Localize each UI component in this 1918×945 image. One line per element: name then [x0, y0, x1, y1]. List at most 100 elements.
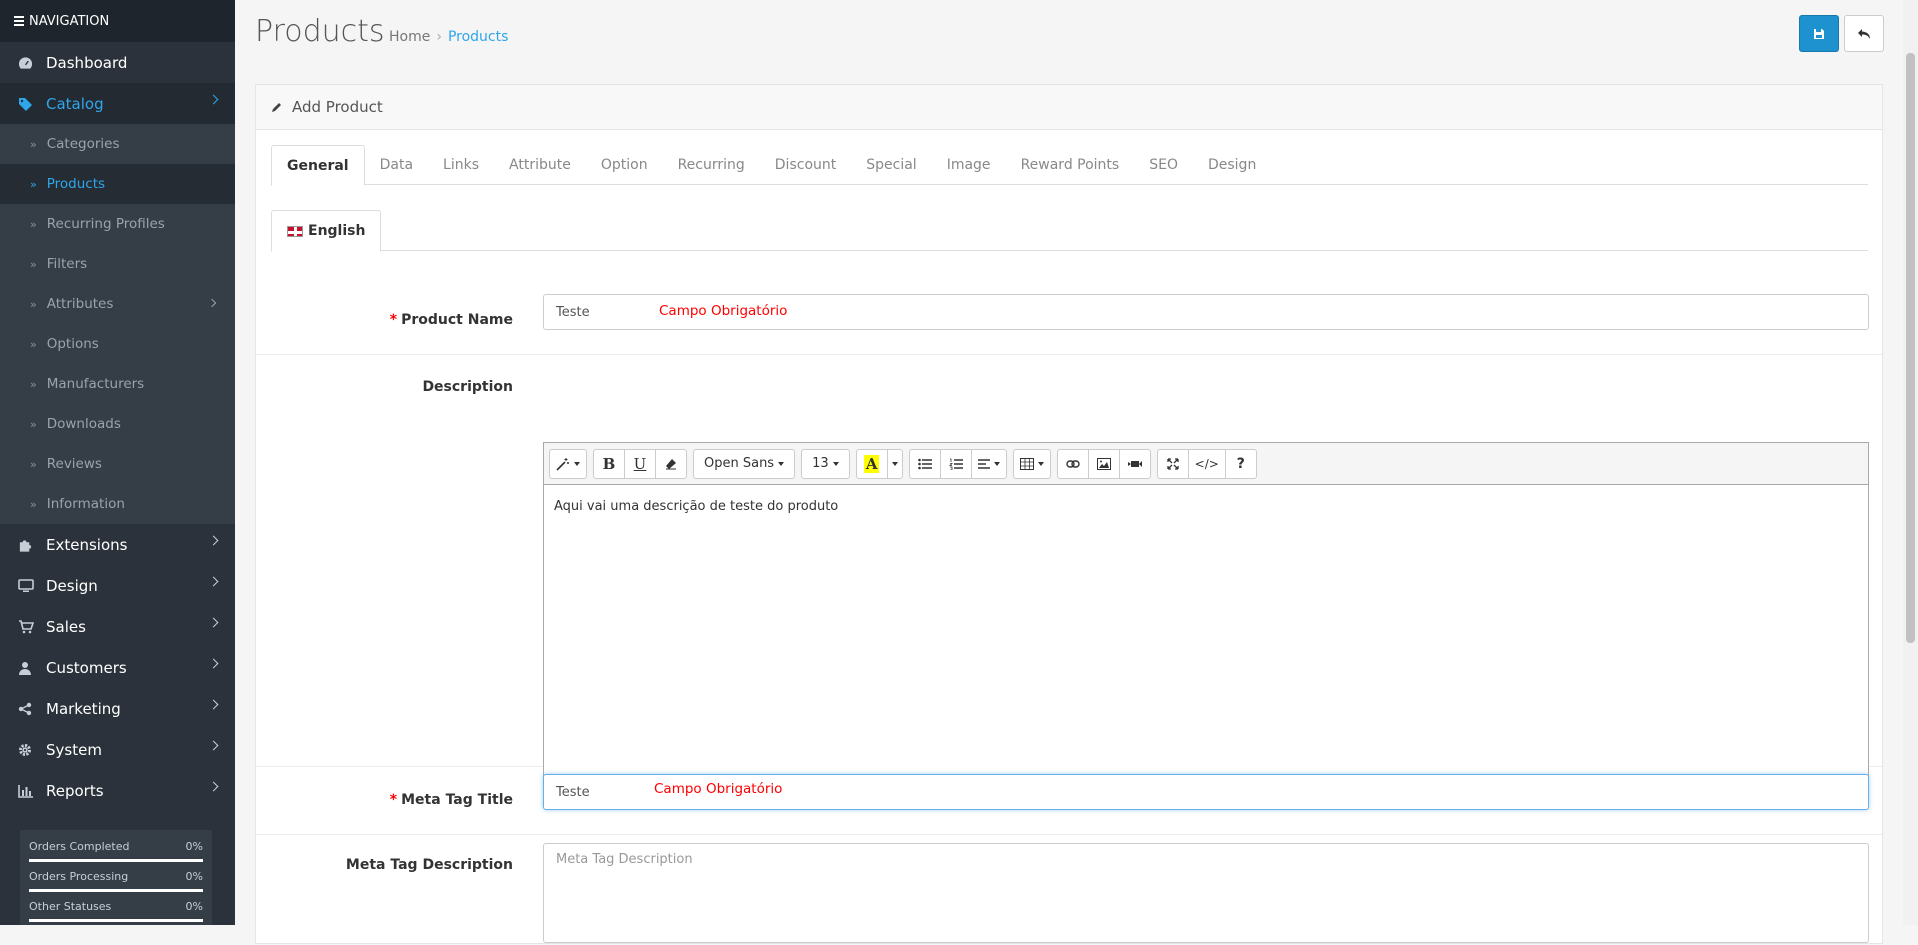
- cart-icon: [18, 619, 46, 634]
- chevron-right-icon: [208, 576, 219, 587]
- paragraph-align-dropdown[interactable]: [970, 448, 1007, 479]
- sidebar-item-system[interactable]: System: [0, 729, 235, 770]
- chevron-right-icon: [208, 535, 219, 546]
- bullet-list-button[interactable]: [908, 448, 941, 479]
- stat-other-statuses: Other Statuses 0%: [29, 900, 203, 922]
- sidebar-item-reports[interactable]: Reports: [0, 770, 235, 811]
- submenu-item-recurring-profiles[interactable]: » Recurring Profiles: [0, 204, 235, 244]
- video-button[interactable]: [1118, 448, 1151, 479]
- magic-wand-icon: [556, 457, 569, 471]
- tab-data[interactable]: Data: [365, 145, 428, 185]
- tab-recurring[interactable]: Recurring: [663, 145, 760, 185]
- submenu-item-downloads[interactable]: » Downloads: [0, 404, 235, 444]
- add-product-panel: Add Product General Data Links Attribute…: [255, 84, 1883, 944]
- double-chevron-icon: »: [30, 417, 37, 431]
- highlight-color-button[interactable]: A: [855, 448, 888, 479]
- product-name-label: * Product Name: [389, 312, 513, 328]
- stat-orders-completed: Orders Completed 0%: [29, 840, 203, 862]
- tab-design[interactable]: Design: [1193, 145, 1271, 185]
- uk-flag-icon: [287, 225, 303, 237]
- catalog-submenu: » Categories » Products » Recurring Profile…: [0, 124, 235, 524]
- stat-orders-processing: Orders Processing 0%: [29, 870, 203, 892]
- code-view-button[interactable]: </>: [1187, 448, 1226, 479]
- progress-bar: [29, 859, 203, 862]
- video-icon: [1127, 460, 1142, 467]
- tab-language-english[interactable]: English: [271, 210, 382, 252]
- product-name-error: Campo Obrigatório: [659, 303, 788, 319]
- double-chevron-icon: »: [30, 217, 37, 231]
- tab-general[interactable]: General: [271, 145, 365, 186]
- submenu-item-information[interactable]: » Information: [0, 484, 235, 524]
- color-dropdown-button[interactable]: [886, 448, 903, 479]
- table-dropdown[interactable]: [1012, 448, 1051, 479]
- sidebar-item-label: Extensions: [46, 535, 128, 554]
- chevron-right-icon: [208, 740, 219, 751]
- link-button[interactable]: [1056, 448, 1089, 479]
- tab-special[interactable]: Special: [851, 145, 931, 185]
- sidebar: NAVIGATION Dashboard Catalog » Categories…: [0, 0, 235, 925]
- sidebar-item-catalog[interactable]: Catalog: [0, 83, 235, 124]
- form-row-meta-description: Meta Tag Description Meta Tag Descriptio…: [256, 835, 1882, 945]
- font-family-dropdown[interactable]: Open Sans: [693, 448, 796, 479]
- ordered-list-icon: [948, 458, 963, 470]
- breadcrumb-home[interactable]: Home: [389, 29, 430, 45]
- tab-image[interactable]: Image: [932, 145, 1006, 185]
- chevron-right-icon: [207, 298, 217, 308]
- submenu-item-attributes[interactable]: » Attributes: [0, 284, 235, 324]
- double-chevron-icon: »: [30, 177, 37, 191]
- sidebar-item-label: Marketing: [46, 699, 121, 718]
- breadcrumb-products[interactable]: Products: [448, 29, 508, 45]
- tab-attribute[interactable]: Attribute: [494, 145, 586, 185]
- help-button[interactable]: ?: [1224, 448, 1257, 479]
- form-row-product-name: * Product Name Teste Campo Obrigatório: [256, 287, 1882, 355]
- tab-option[interactable]: Option: [586, 145, 663, 185]
- fullscreen-button[interactable]: [1156, 448, 1189, 479]
- sidebar-item-extensions[interactable]: Extensions: [0, 524, 235, 565]
- description-editor[interactable]: B U Open Sans 13 A </> ? Aqui vai uma de…: [543, 442, 1869, 806]
- scrollbar-thumb[interactable]: [1906, 53, 1915, 643]
- submenu-item-options[interactable]: » Options: [0, 324, 235, 364]
- submenu-item-filters[interactable]: » Filters: [0, 244, 235, 284]
- sidebar-item-customers[interactable]: Customers: [0, 647, 235, 688]
- submenu-item-manufacturers[interactable]: » Manufacturers: [0, 364, 235, 404]
- editor-content-area[interactable]: Aqui vai uma descrição de teste do produ…: [544, 485, 1868, 795]
- navigation-header[interactable]: NAVIGATION: [0, 0, 235, 42]
- sidebar-item-marketing[interactable]: Marketing: [0, 688, 235, 729]
- chevron-right-icon: [208, 617, 219, 628]
- double-chevron-icon: »: [30, 137, 37, 151]
- eraser-button[interactable]: [655, 448, 687, 479]
- chevron-right-icon: [208, 699, 219, 710]
- submenu-item-categories[interactable]: » Categories: [0, 124, 235, 164]
- sidebar-item-dashboard[interactable]: Dashboard: [0, 42, 235, 83]
- page-scrollbar[interactable]: [1903, 0, 1918, 925]
- style-button[interactable]: [549, 448, 587, 479]
- picture-icon: [1096, 457, 1111, 470]
- tab-links[interactable]: Links: [428, 145, 494, 185]
- sidebar-item-design[interactable]: Design: [0, 565, 235, 606]
- back-button[interactable]: [1844, 15, 1884, 52]
- image-button[interactable]: [1087, 448, 1120, 479]
- save-icon: [1814, 28, 1824, 39]
- panel-title: Add Product: [292, 98, 383, 116]
- tab-reward-points[interactable]: Reward Points: [1006, 145, 1135, 185]
- page-title: Products: [255, 14, 385, 49]
- editor-toolbar: B U Open Sans 13 A </> ?: [544, 443, 1868, 485]
- expand-icon: [1166, 457, 1179, 470]
- bold-button[interactable]: B: [593, 448, 625, 479]
- numbered-list-button[interactable]: [939, 448, 972, 479]
- order-stats: Orders Completed 0% Orders Processing 0% O…: [20, 830, 212, 925]
- tab-seo[interactable]: SEO: [1134, 145, 1193, 185]
- sidebar-item-sales[interactable]: Sales: [0, 606, 235, 647]
- meta-title-error: Campo Obrigatório: [654, 781, 783, 797]
- save-button[interactable]: [1799, 15, 1839, 52]
- tab-discount[interactable]: Discount: [760, 145, 851, 185]
- progress-bar: [29, 919, 203, 922]
- language-tabs: English: [271, 210, 1868, 252]
- description-label: Description: [422, 379, 513, 395]
- submenu-item-products[interactable]: » Products: [0, 164, 235, 204]
- chevron-right-icon: [208, 658, 219, 669]
- font-size-dropdown[interactable]: 13: [801, 448, 850, 479]
- underline-button[interactable]: U: [624, 448, 656, 479]
- meta-description-textarea[interactable]: Meta Tag Description: [543, 843, 1869, 943]
- submenu-item-reviews[interactable]: » Reviews: [0, 444, 235, 484]
